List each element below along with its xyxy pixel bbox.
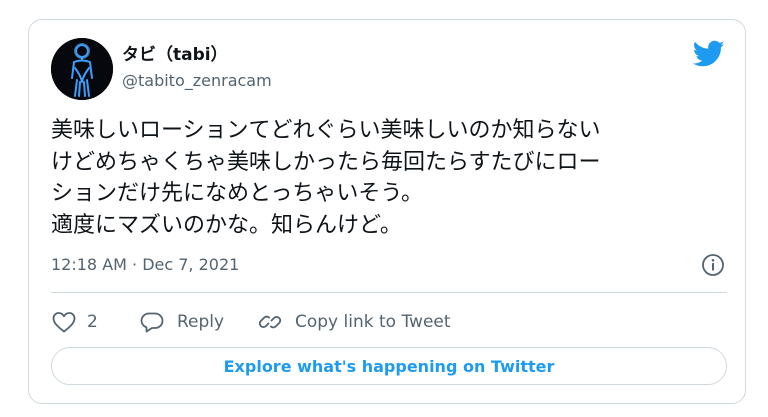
tweet-card[interactable]: タビ（tabi） @tabito_zenracam 美味しいローションてどれぐら… [28,19,746,404]
tweet-text: 美味しいローションてどれぐらい美味しいのか知らない けどめちゃくちゃ美味しかった… [51,118,601,238]
heart-icon [51,310,77,334]
reply-bubble-icon [139,310,165,334]
neon-figure-icon [51,38,113,100]
tweet-meta: 12:18 AM · Dec 7, 2021 [51,252,727,278]
copy-link-label: Copy link to Tweet [295,312,451,332]
explore-twitter-button[interactable]: Explore what's happening on Twitter [51,347,727,385]
display-name[interactable]: タビ（tabi） [122,44,228,66]
like-button[interactable]: 2 [51,307,98,337]
copy-link-button[interactable]: Copy link to Tweet [257,307,451,337]
reply-button[interactable]: Reply [139,307,224,337]
user-handle[interactable]: @tabito_zenracam [122,70,272,92]
divider [51,292,727,293]
tweet-actions: 2 Reply Copy link to Tweet [51,307,727,337]
like-count: 2 [87,312,98,332]
twitter-bird-icon[interactable] [692,40,725,68]
link-icon [257,310,283,334]
avatar[interactable] [51,38,113,100]
reply-label: Reply [177,312,225,332]
explore-label: Explore what's happening on Twitter [223,356,555,376]
info-icon[interactable] [701,253,725,277]
tweet-timestamp[interactable]: 12:18 AM · Dec 7, 2021 [51,254,239,276]
